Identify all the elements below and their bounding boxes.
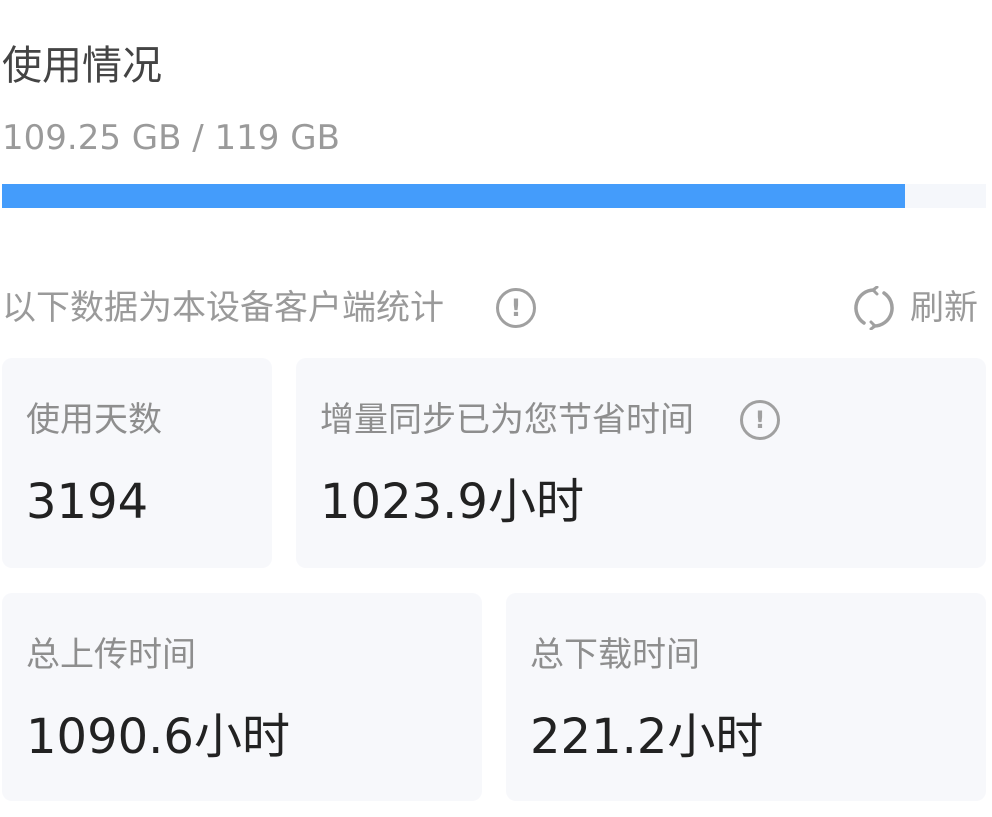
stat-value: 1090.6小时 (26, 709, 290, 765)
stat-card-time-saved: 增量同步已为您节省时间 ! 1023.9小时 (296, 358, 986, 568)
storage-progress-bar (2, 184, 986, 208)
storage-progress-fill (2, 184, 906, 208)
refresh-label: 刷新 (910, 288, 978, 328)
stat-card-download-time: 总下载时间 221.2小时 (506, 593, 986, 801)
stat-card-days-used: 使用天数 3194 (2, 358, 272, 568)
refresh-icon (852, 286, 896, 330)
stat-label: 总下载时间 (530, 635, 700, 675)
stat-label: 使用天数 (26, 400, 162, 440)
stats-description: 以下数据为本设备客户端统计 (2, 288, 444, 328)
storage-usage-text: 109.25 GB / 119 GB (2, 118, 340, 158)
stat-label: 增量同步已为您节省时间 (320, 400, 694, 440)
info-circle-icon[interactable]: ! (740, 400, 780, 440)
stat-label: 总上传时间 (26, 635, 196, 675)
section-title: 使用情况 (2, 43, 162, 89)
stat-card-upload-time: 总上传时间 1090.6小时 (2, 593, 482, 801)
stat-value: 1023.9小时 (320, 474, 584, 530)
stat-value: 221.2小时 (530, 709, 764, 765)
info-circle-icon[interactable]: ! (496, 288, 536, 328)
refresh-button[interactable]: 刷新 (852, 284, 978, 332)
stat-value: 3194 (26, 474, 149, 530)
